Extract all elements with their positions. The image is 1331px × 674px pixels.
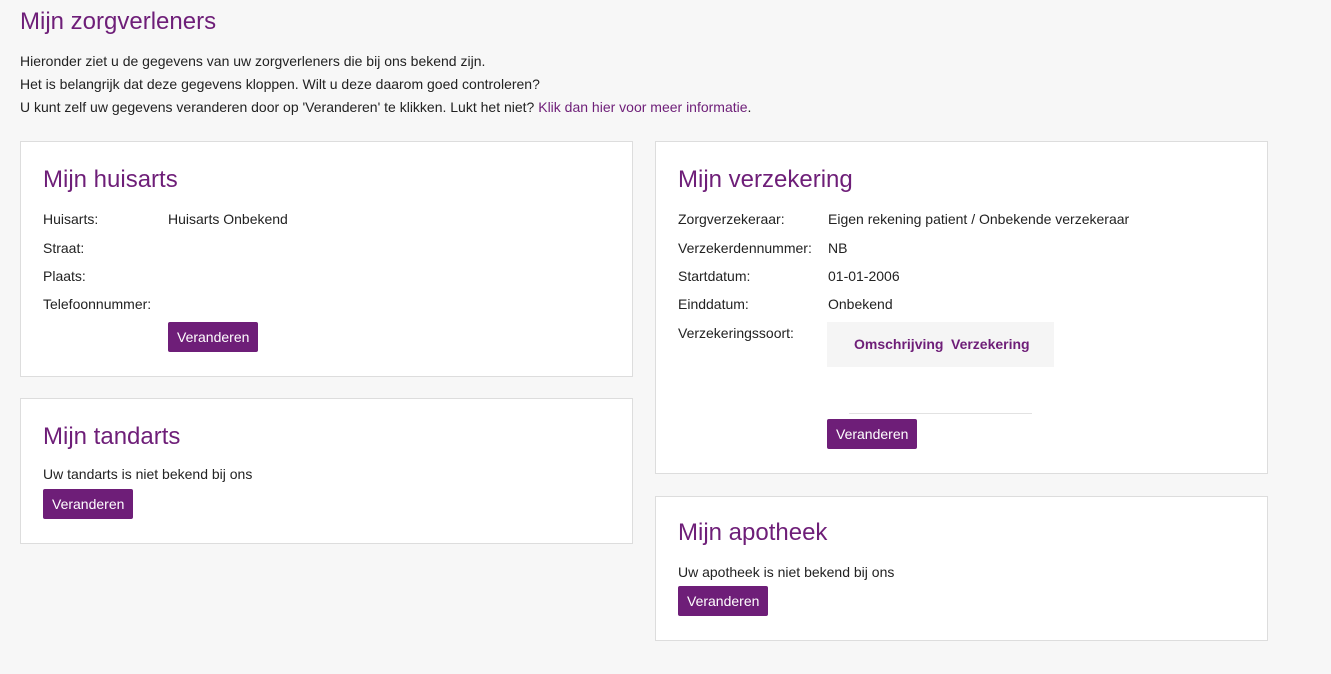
huisarts-label: Huisarts: bbox=[43, 211, 99, 227]
apotheek-title: Mijn apotheek bbox=[678, 519, 828, 546]
tandarts-text: Uw tandarts is niet bekend bij ons bbox=[43, 466, 253, 482]
table-divider bbox=[849, 413, 1032, 414]
startdatum-label: Startdatum: bbox=[678, 268, 751, 284]
huisarts-value: Huisarts Onbekend bbox=[168, 211, 288, 227]
intro-line-3: U kunt zelf uw gegevens veranderen door … bbox=[20, 96, 751, 119]
page-title: Mijn zorgverleners bbox=[20, 8, 217, 35]
einddatum-label: Einddatum: bbox=[678, 296, 749, 312]
verzekeringssoort-label: Verzekeringssoort: bbox=[678, 325, 794, 341]
apotheek-veranderen-button[interactable]: Veranderen bbox=[678, 586, 769, 616]
intro-line-2: Het is belangrijk dat deze gegevens klop… bbox=[20, 76, 540, 92]
verzekering-card: Mijn verzekering Zorgverzekeraar: Eigen … bbox=[655, 141, 1268, 474]
verzekering-column-header: Verzekering bbox=[951, 336, 1030, 352]
intro-text: Hieronder ziet u de gegevens van uw zorg… bbox=[20, 50, 751, 119]
startdatum-value: 01-01-2006 bbox=[828, 268, 900, 284]
tandarts-card: Mijn tandarts Uw tandarts is niet bekend… bbox=[20, 398, 633, 544]
intro-line-3-text: U kunt zelf uw gegevens veranderen door … bbox=[20, 99, 535, 115]
einddatum-value: Onbekend bbox=[828, 296, 893, 312]
telefoonnummer-label: Telefoonnummer: bbox=[43, 296, 152, 312]
verzekeringssoort-table-header: Omschrijving Verzekering bbox=[827, 322, 1054, 367]
zorgverzekeraar-value: Eigen rekening patient / Onbekende verze… bbox=[828, 211, 1130, 227]
intro-link-suffix: . bbox=[747, 99, 752, 115]
straat-label: Straat: bbox=[43, 240, 85, 256]
verzekerdennummer-label: Verzekerdennummer: bbox=[678, 240, 812, 256]
verzekering-title: Mijn verzekering bbox=[678, 166, 853, 193]
tandarts-veranderen-button[interactable]: Veranderen bbox=[43, 489, 134, 519]
verzekerdennummer-value: NB bbox=[828, 240, 848, 256]
huisarts-card: Mijn huisarts Huisarts: Huisarts Onbeken… bbox=[20, 141, 633, 377]
tandarts-title: Mijn tandarts bbox=[43, 423, 181, 450]
apotheek-text: Uw apotheek is niet bekend bij ons bbox=[678, 564, 895, 580]
huisarts-title: Mijn huisarts bbox=[43, 166, 178, 193]
verzekering-veranderen-button[interactable]: Veranderen bbox=[827, 419, 918, 449]
intro-line-1: Hieronder ziet u de gegevens van uw zorg… bbox=[20, 53, 486, 69]
huisarts-veranderen-button[interactable]: Veranderen bbox=[168, 322, 259, 352]
zorgverzekeraar-label: Zorgverzekeraar: bbox=[678, 211, 785, 227]
plaats-label: Plaats: bbox=[43, 268, 86, 284]
omschrijving-column-header: Omschrijving bbox=[854, 336, 944, 352]
more-info-link[interactable]: Klik dan hier voor meer informatie bbox=[538, 99, 747, 115]
apotheek-card: Mijn apotheek Uw apotheek is niet bekend… bbox=[655, 496, 1268, 641]
